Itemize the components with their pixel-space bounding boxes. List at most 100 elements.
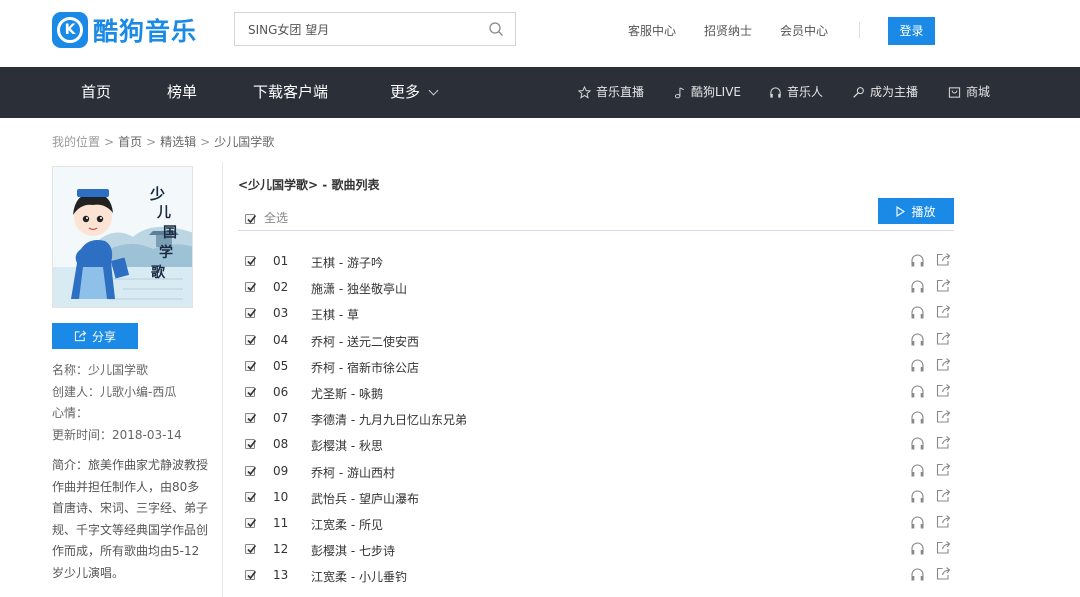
headphones-icon[interactable] (910, 515, 925, 530)
song-checkbox[interactable] (245, 544, 257, 555)
song-row[interactable]: 04 乔柯 - 送元二使安西 (238, 328, 954, 354)
nav-download[interactable]: 下载客户端 (253, 67, 328, 118)
song-title[interactable]: 彭樱淇 - 七步诗 (311, 542, 395, 559)
nav-kugou-live-label: 酷狗LIVE (691, 85, 742, 99)
song-title[interactable]: 李德清 - 九月九日忆山东兄弟 (311, 411, 467, 428)
share-icon[interactable] (936, 540, 951, 555)
song-checkbox[interactable] (245, 256, 257, 266)
song-row[interactable]: 11 江宽柔 - 所见 (238, 511, 954, 537)
link-customer-service[interactable]: 客服中心 (628, 22, 676, 39)
breadcrumb-current: 少儿国学歌 (214, 135, 275, 149)
login-button[interactable]: 登录 (888, 17, 935, 45)
share-icon[interactable] (936, 304, 951, 319)
link-member-center[interactable]: 会员中心 (780, 22, 828, 39)
share-icon[interactable] (936, 357, 951, 372)
nav-mall[interactable]: 商城 (948, 67, 990, 118)
song-row[interactable]: 01 王棋 - 游子吟 (238, 249, 954, 275)
logo-text: 酷狗音乐 (93, 17, 198, 46)
song-row[interactable]: 07 李德清 - 九月九日忆山东兄弟 (238, 406, 954, 432)
song-title[interactable]: 王棋 - 游子吟 (311, 254, 383, 271)
share-icon[interactable] (936, 514, 951, 529)
headphones-icon[interactable] (910, 436, 925, 451)
song-checkbox[interactable] (245, 518, 257, 528)
song-title[interactable]: 乔柯 - 游山西村 (311, 464, 395, 481)
nav-musician[interactable]: 音乐人 (769, 67, 823, 118)
song-checkbox[interactable] (245, 387, 257, 397)
song-title[interactable]: 王棋 - 草 (311, 306, 359, 323)
kugou-logo[interactable]: K 酷狗音乐 (52, 11, 197, 49)
song-checkbox[interactable] (245, 308, 257, 319)
share-icon[interactable] (936, 331, 951, 346)
song-checkbox[interactable] (245, 413, 257, 424)
link-careers[interactable]: 招贤纳士 (704, 22, 752, 39)
song-title[interactable]: 江宽柔 - 所见 (311, 516, 383, 533)
nav-charts[interactable]: 榜单 (167, 67, 197, 118)
song-title[interactable]: 乔柯 - 宿新市徐公店 (311, 359, 419, 376)
search-icon[interactable] (488, 21, 504, 37)
select-all-checkbox[interactable] (245, 214, 257, 224)
song-checkbox[interactable] (245, 439, 257, 450)
nav-more-label: 更多 (390, 83, 421, 101)
song-title[interactable]: 彭樱淇 - 秋思 (311, 437, 383, 454)
headphones-icon[interactable] (910, 567, 925, 582)
play-all-button[interactable]: 播放 (878, 198, 954, 224)
song-row[interactable]: 09 乔柯 - 游山西村 (238, 459, 954, 485)
headphones-icon[interactable] (910, 332, 925, 347)
song-checkbox[interactable] (245, 570, 257, 581)
song-row[interactable]: 10 武怡兵 - 望庐山瀑布 (238, 485, 954, 511)
nav-more[interactable]: 更多 (390, 67, 439, 118)
checkmark-icon (247, 283, 257, 292)
share-icon[interactable] (936, 462, 951, 477)
song-checkbox[interactable] (245, 360, 257, 371)
album-intro: 简介：旅美作曲家尤静波教授作曲并担任制作人，由80多首唐诗、宋词、三字经、弟子规… (52, 458, 209, 580)
nav-home[interactable]: 首页 (81, 67, 111, 118)
nav-music-live[interactable]: 音乐直播 (578, 67, 644, 118)
headphones-icon[interactable] (910, 305, 925, 320)
album-cover-illustration: 少 儿 国 学 歌 (53, 167, 192, 307)
nav-kugou-live[interactable]: 酷狗LIVE (674, 67, 741, 118)
album-info: 名称：少儿国学歌 创建人：儿歌小编-西瓜 心情： 更新时间：2018-03-14 (52, 360, 212, 446)
song-checkbox[interactable] (245, 282, 257, 293)
song-row[interactable]: 12 彭樱淇 - 七步诗 (238, 537, 954, 563)
headphones-icon[interactable] (910, 253, 925, 268)
song-title[interactable]: 江宽柔 - 小儿垂钓 (311, 568, 407, 585)
play-icon (896, 205, 906, 217)
share-icon[interactable] (936, 435, 951, 450)
song-title[interactable]: 施潇 - 独坐敬亭山 (311, 280, 407, 297)
headphones-icon[interactable] (910, 384, 925, 399)
microphone-icon (853, 87, 864, 98)
search-box (234, 12, 516, 46)
song-row[interactable]: 03 王棋 - 草 (238, 301, 954, 327)
share-icon[interactable] (936, 383, 951, 398)
album-share-button[interactable]: 分享 (52, 323, 138, 349)
headphones-icon[interactable] (910, 463, 925, 478)
song-row[interactable]: 05 乔柯 - 宿新市徐公店 (238, 354, 954, 380)
breadcrumb-picks[interactable]: 精选辑 (160, 135, 196, 149)
album-creator: 创建人：儿歌小编-西瓜 (52, 384, 177, 399)
song-checkbox[interactable] (245, 465, 257, 476)
share-icon[interactable] (936, 278, 951, 293)
headphones-icon[interactable] (910, 541, 925, 556)
song-title[interactable]: 武怡兵 - 望庐山瀑布 (311, 490, 419, 507)
song-checkbox[interactable] (245, 491, 257, 502)
song-row[interactable]: 08 彭樱淇 - 秋思 (238, 432, 954, 458)
breadcrumb-home[interactable]: 首页 (118, 135, 142, 149)
headphones-icon[interactable] (910, 358, 925, 373)
song-title[interactable]: 尤圣斯 - 咏鹅 (311, 385, 383, 402)
headphones-icon[interactable] (910, 410, 925, 425)
album-updated: 更新时间：2018-03-14 (52, 427, 182, 442)
share-icon[interactable] (936, 409, 951, 424)
headphones-icon[interactable] (910, 279, 925, 294)
share-icon[interactable] (936, 488, 951, 503)
search-input[interactable] (235, 13, 475, 45)
song-row[interactable]: 06 尤圣斯 - 咏鹅 (238, 380, 954, 406)
song-row[interactable]: 13 江宽柔 - 小儿垂钓 (238, 563, 954, 589)
song-checkbox[interactable] (245, 334, 257, 345)
nav-become-anchor[interactable]: 成为主播 (852, 67, 918, 118)
song-row[interactable]: 02 施潇 - 独坐敬亭山 (238, 275, 954, 301)
headphones-icon[interactable] (910, 489, 925, 504)
song-title[interactable]: 乔柯 - 送元二使安西 (311, 333, 419, 350)
share-icon[interactable] (936, 566, 951, 581)
song-number: 04 (273, 332, 289, 347)
share-icon[interactable] (936, 252, 951, 267)
